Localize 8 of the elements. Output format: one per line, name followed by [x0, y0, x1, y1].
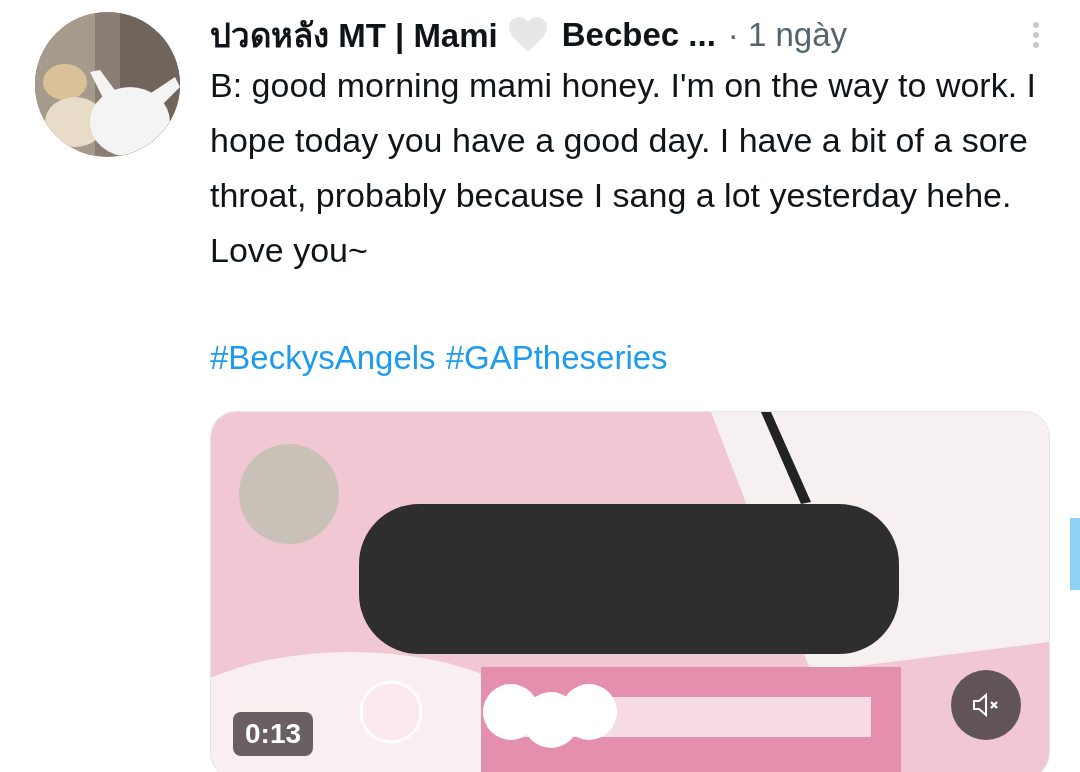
author-name[interactable]: Becbec ...: [561, 16, 716, 54]
video-duration: 0:13: [233, 712, 314, 756]
tweet-time[interactable]: · 1 ngày: [727, 16, 848, 54]
tweet-text: B: good morning mami honey. I'm on the way to work. I hope today you have a good day. I have a bit of a sore throat, probably because I sang a lot yesterday hehe. Love you~: [210, 65, 1037, 271]
author-name[interactable]: ปวดหลัง MT | Mami: [210, 8, 498, 62]
video-player[interactable]: 0:13: [210, 411, 1050, 772]
scroll-indicator: [1070, 518, 1080, 590]
heart-icon: [507, 17, 548, 53]
